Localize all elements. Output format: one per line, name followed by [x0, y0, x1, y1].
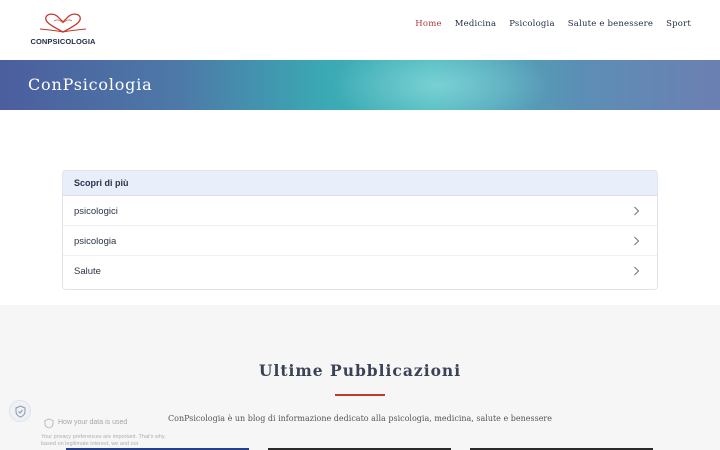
chevron-right-icon — [634, 206, 640, 216]
nav-item-home[interactable]: Home — [415, 19, 441, 29]
hero-background-glow — [330, 60, 550, 110]
privacy-settings-button[interactable] — [9, 400, 31, 422]
discover-item-label: Salute — [74, 266, 101, 277]
site-header: CONPSICOLOGIA Home Medicina Psicologia S… — [0, 0, 720, 60]
discover-item-psicologici[interactable]: psicologici — [63, 196, 657, 226]
nav-item-psicologia[interactable]: Psicologia — [509, 19, 555, 29]
nav-item-salute-e-benessere[interactable]: Salute e benessere — [568, 19, 653, 29]
nav-item-medicina[interactable]: Medicina — [455, 19, 497, 29]
privacy-notice: How your data is used Your privacy prefe… — [38, 412, 188, 450]
heart-logo-icon — [39, 13, 87, 33]
privacy-notice-text: Your privacy preferences are important. … — [41, 434, 166, 447]
section-title-underline — [335, 394, 385, 396]
logo-text: CONPSICOLOGIA — [30, 37, 96, 46]
shield-icon — [44, 418, 54, 429]
chevron-right-icon — [634, 266, 640, 276]
chevron-right-icon — [634, 236, 640, 246]
nav-item-sport[interactable]: Sport — [666, 19, 691, 29]
hero-banner: ConPsicologia — [0, 60, 720, 110]
section-title: Ultime Pubblicazioni — [258, 361, 462, 380]
discover-item-psicologia[interactable]: psicologia — [63, 226, 657, 256]
page-title: ConPsicologia — [28, 75, 153, 94]
main-nav: Home Medicina Psicologia Salute e beness… — [415, 19, 691, 29]
site-logo[interactable]: CONPSICOLOGIA — [28, 12, 98, 48]
discover-more-box: Scopri di più psicologici psicologia Sal… — [62, 170, 658, 290]
discover-item-label: psicologia — [74, 236, 117, 247]
shield-icon — [15, 405, 26, 418]
discover-item-salute[interactable]: Salute — [63, 256, 657, 286]
privacy-notice-title: How your data is used — [58, 419, 128, 426]
discover-item-label: psicologici — [74, 206, 118, 217]
discover-more-heading: Scopri di più — [63, 171, 657, 196]
